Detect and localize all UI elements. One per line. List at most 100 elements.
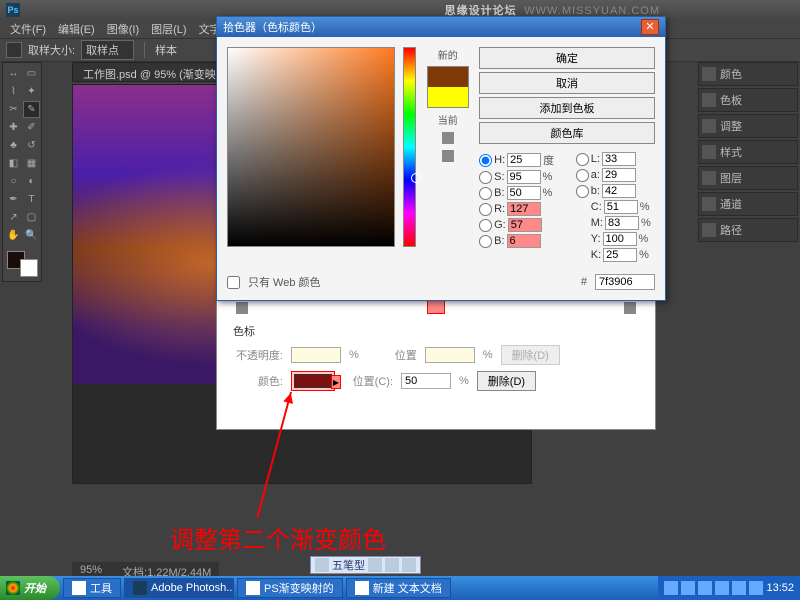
cancel-button[interactable]: 取消 [479, 72, 655, 94]
color-lib-button[interactable]: 颜色库 [479, 122, 655, 144]
notepad-icon [355, 581, 369, 595]
r-radio[interactable] [479, 203, 492, 216]
dialog-title: 拾色器（色标颜色） [223, 19, 322, 35]
layers-panel-icon [702, 171, 716, 185]
warning-icon[interactable] [442, 132, 454, 144]
panel-channels[interactable]: 通道 [698, 192, 798, 216]
g-input[interactable] [508, 218, 542, 232]
ime-icon[interactable] [315, 558, 329, 572]
panel-swatches[interactable]: 色板 [698, 88, 798, 112]
bb-input[interactable] [507, 234, 541, 248]
hue-slider[interactable] [403, 47, 417, 247]
color-swatches[interactable] [5, 249, 40, 279]
brush-tool-icon[interactable]: ✐ [23, 119, 40, 136]
sample-size-label: 取样大小: [28, 42, 75, 58]
k-input[interactable] [603, 248, 637, 262]
document-tab[interactable]: 工作图.psd @ 95% (渐变映射 [72, 62, 238, 82]
panel-adjust[interactable]: 调整 [698, 114, 798, 138]
gradient-tool-icon[interactable]: ▦ [23, 155, 40, 172]
ok-button[interactable]: 确定 [479, 47, 655, 69]
cube-icon[interactable] [442, 150, 454, 162]
panel-color[interactable]: 颜色 [698, 62, 798, 86]
a-input[interactable] [602, 168, 636, 182]
gradient-stop-3[interactable] [624, 302, 636, 314]
c-input[interactable] [604, 200, 638, 214]
h-input[interactable] [507, 153, 541, 167]
marquee-tool-icon[interactable]: ▭ [23, 65, 40, 82]
lab-b-radio[interactable] [576, 185, 589, 198]
task-notepad[interactable]: 新建 文本文档 [346, 578, 451, 598]
gradient-stop-1[interactable] [236, 302, 248, 314]
panel-paths[interactable]: 路径 [698, 218, 798, 242]
move-tool-icon[interactable]: ↔ [5, 65, 22, 82]
s-radio[interactable] [479, 171, 492, 184]
type-tool-icon[interactable]: T [23, 191, 40, 208]
b-input[interactable] [507, 186, 541, 200]
tray-icon[interactable] [698, 581, 712, 595]
menu-file[interactable]: 文件(F) [4, 21, 52, 37]
zoom-tool-icon[interactable]: 🔍 [23, 227, 40, 244]
delete-button-2[interactable]: 删除(D) [477, 371, 536, 391]
eyedropper-icon[interactable] [6, 42, 22, 58]
panel-layers[interactable]: 图层 [698, 166, 798, 190]
opacity-label: 不透明度: [233, 347, 283, 363]
h-radio[interactable] [479, 154, 492, 167]
tray-icon[interactable] [664, 581, 678, 595]
system-tray[interactable]: 13:52 [658, 576, 800, 600]
tray-icon[interactable] [732, 581, 746, 595]
position-input-2[interactable] [401, 373, 451, 389]
menu-edit[interactable]: 编辑(E) [52, 21, 101, 37]
close-icon[interactable]: ✕ [641, 19, 659, 35]
task-browser[interactable]: PS渐变映射的 [237, 578, 343, 598]
task-tools[interactable]: 工具 [63, 578, 121, 598]
dodge-tool-icon[interactable]: ◐ [23, 173, 40, 190]
add-swatch-button[interactable]: 添加到色板 [479, 97, 655, 119]
clock[interactable]: 13:52 [766, 582, 794, 594]
new-color-swatch [428, 67, 468, 87]
chevron-right-icon[interactable]: ▶ [331, 375, 341, 389]
panel-styles[interactable]: 样式 [698, 140, 798, 164]
r-input[interactable] [507, 202, 541, 216]
pen-tool-icon[interactable]: ✒ [5, 191, 22, 208]
crop-tool-icon[interactable]: ✂ [5, 101, 22, 118]
web-only-checkbox[interactable] [227, 276, 240, 289]
start-button[interactable]: 开始 [0, 576, 60, 600]
wand-tool-icon[interactable]: ✦ [23, 83, 40, 100]
saturation-value-box[interactable] [227, 47, 395, 247]
a-radio[interactable] [576, 169, 589, 182]
l-input[interactable] [602, 152, 636, 166]
m-input[interactable] [605, 216, 639, 230]
shape-tool-icon[interactable]: ▢ [23, 209, 40, 226]
ime-bar[interactable]: 五笔型 [310, 556, 421, 574]
l-radio[interactable] [576, 153, 589, 166]
g-radio[interactable] [479, 219, 492, 232]
tray-icon[interactable] [681, 581, 695, 595]
opacity-input [291, 347, 341, 363]
lab-b-input[interactable] [602, 184, 636, 198]
heal-tool-icon[interactable]: ✚ [5, 119, 22, 136]
stamp-tool-icon[interactable]: ♣ [5, 137, 22, 154]
menu-image[interactable]: 图像(I) [101, 21, 145, 37]
eyedropper-tool-icon[interactable]: ✎ [23, 101, 40, 118]
task-photoshop[interactable]: Adobe Photosh... [124, 578, 234, 598]
hand-tool-icon[interactable]: ✋ [5, 227, 22, 244]
bb-radio[interactable] [479, 235, 492, 248]
y-input[interactable] [603, 232, 637, 246]
path-tool-icon[interactable]: ↗ [5, 209, 22, 226]
hex-input[interactable] [595, 274, 655, 290]
sample-size-value[interactable]: 取样点 [81, 40, 134, 60]
history-brush-icon[interactable]: ↺ [23, 137, 40, 154]
tray-icon[interactable] [749, 581, 763, 595]
background-swatch[interactable] [20, 259, 38, 277]
eraser-tool-icon[interactable]: ◧ [5, 155, 22, 172]
position-c-label: 位置(C): [343, 373, 393, 389]
menu-layer[interactable]: 图层(L) [145, 21, 192, 37]
new-current-swatch [427, 66, 469, 108]
b-radio[interactable] [479, 187, 492, 200]
s-input[interactable] [507, 170, 541, 184]
blur-tool-icon[interactable]: ○ [5, 173, 22, 190]
tray-icon[interactable] [715, 581, 729, 595]
swatches-panel-icon [702, 93, 716, 107]
color-chip[interactable]: ▶ [294, 374, 332, 388]
lasso-tool-icon[interactable]: ⌇ [5, 83, 22, 100]
